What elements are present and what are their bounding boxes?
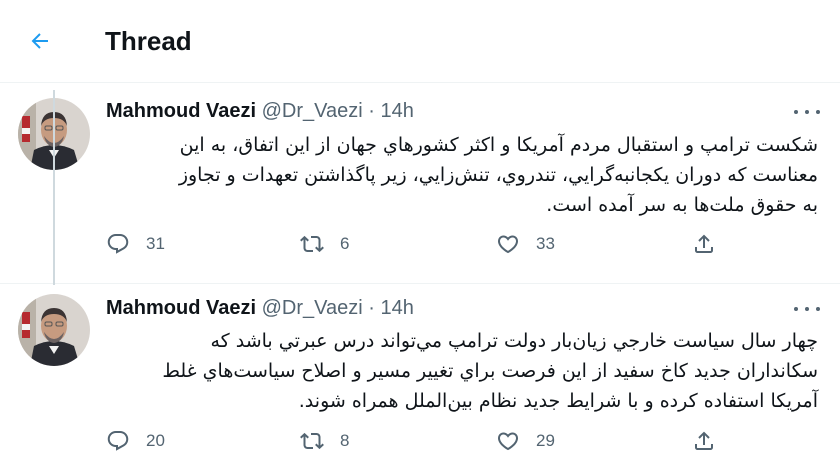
tweet-actions: 20 8 29: [106, 429, 726, 459]
meta-separator: ·: [368, 100, 375, 122]
tweet-time[interactable]: 14h: [380, 100, 413, 122]
retweet-icon: [300, 235, 324, 253]
share-button[interactable]: [692, 232, 716, 256]
back-button[interactable]: [24, 25, 56, 57]
retweet-icon: [300, 432, 324, 450]
tweet-text: چهار سال سياست خارجي زيان‌بار دولت ترامپ…: [106, 326, 818, 416]
share-icon: [695, 234, 713, 253]
tweet-text-line: سکانداران جديد کاخ سفيد از اين فرصت براي…: [162, 360, 818, 382]
more-options-icon[interactable]: [794, 301, 820, 317]
retweet-button[interactable]: 6: [300, 232, 349, 256]
retweet-button[interactable]: 8: [300, 429, 349, 453]
share-icon: [695, 431, 713, 450]
retweet-count: 6: [340, 234, 350, 253]
tweet-actions: 31 6 33: [106, 232, 726, 262]
reply-button[interactable]: 20: [106, 429, 165, 453]
tweet-text-line: معناست که دوران يکجانبه‌گرايي، تندروي، ت…: [178, 164, 818, 186]
thread-connector-line: [53, 90, 55, 285]
reply-button[interactable]: 31: [106, 232, 165, 256]
tweet[interactable]: Mahmoud Vaezi @Dr_Vaezi · 14h شکست ترامپ…: [0, 84, 840, 284]
tweet[interactable]: Mahmoud Vaezi @Dr_Vaezi · 14h چهار سال س…: [0, 285, 840, 473]
page-title: Thread: [105, 26, 192, 56]
tweet-text: شکست ترامپ و استقبال مردم آمريکا و اکثر …: [106, 130, 818, 220]
tweet-text-line: به حقوق ملت‌ها به سر آمده است.: [546, 194, 818, 216]
heart-icon: [497, 432, 519, 451]
tweet-text-line: آمريکا استفاده کرده و با شرايط جديد نظام…: [298, 390, 818, 412]
reply-count: 20: [146, 431, 165, 450]
meta-separator: ·: [368, 297, 375, 319]
thread-header: Thread: [0, 0, 840, 83]
tweet-text-line: چهار سال سياست خارجي زيان‌بار دولت ترامپ…: [210, 330, 818, 352]
tweet-meta: Mahmoud Vaezi @Dr_Vaezi · 14h: [106, 100, 414, 123]
author-handle[interactable]: @Dr_Vaezi: [262, 297, 363, 319]
share-button[interactable]: [692, 429, 716, 453]
avatar[interactable]: [18, 294, 90, 366]
like-button[interactable]: 29: [496, 429, 555, 453]
reply-icon: [107, 431, 129, 451]
arrow-left-icon: [31, 33, 48, 49]
heart-icon: [497, 235, 519, 254]
author-name[interactable]: Mahmoud Vaezi: [106, 297, 256, 319]
retweet-count: 8: [340, 431, 350, 450]
like-button[interactable]: 33: [496, 232, 555, 256]
tweet-time[interactable]: 14h: [380, 297, 413, 319]
like-count: 33: [536, 234, 555, 253]
reply-count: 31: [146, 234, 165, 253]
more-options-icon[interactable]: [794, 104, 820, 120]
reply-icon: [107, 234, 129, 254]
like-count: 29: [536, 431, 555, 450]
tweet-meta: Mahmoud Vaezi @Dr_Vaezi · 14h: [106, 297, 414, 320]
tweet-text-line: شکست ترامپ و استقبال مردم آمريکا و اکثر …: [179, 134, 818, 156]
author-name[interactable]: Mahmoud Vaezi: [106, 100, 256, 122]
author-handle[interactable]: @Dr_Vaezi: [262, 100, 363, 122]
